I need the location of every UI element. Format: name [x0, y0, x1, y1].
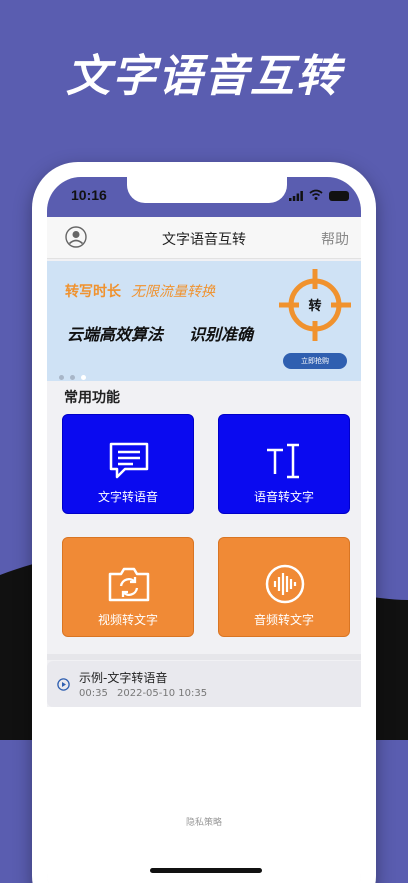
battery-icon: [329, 191, 349, 201]
status-time: 10:16: [71, 187, 107, 203]
nav-title: 文字语音互转: [162, 232, 246, 248]
tile-label: 文字转语音: [97, 490, 158, 504]
wifi-icon: [309, 189, 323, 200]
camera-rotate-icon: [108, 567, 150, 602]
home-indicator: [150, 868, 262, 873]
tile-label: 音频转文字: [253, 613, 314, 627]
app-screen: 10:16 文字语音互转 帮助 转写时长 无限流量转换 云端高效算法 识别准确 …: [47, 177, 361, 883]
carousel-dot[interactable]: [59, 375, 64, 380]
banner-line1-b: 无限流量转换: [131, 284, 215, 300]
tile-text-to-speech[interactable]: 文字转语音: [62, 414, 194, 514]
example-date: 2022-05-10 10:35: [117, 688, 208, 699]
carousel-dots: [59, 365, 92, 384]
section-title: 常用功能: [64, 390, 120, 406]
tile-label: 语音转文字: [253, 490, 314, 504]
tile-audio-to-text[interactable]: 音频转文字: [218, 537, 350, 637]
carousel-dot-active[interactable]: [81, 375, 86, 380]
status-bar: 10:16: [47, 177, 361, 217]
chat-text-icon: [109, 442, 149, 479]
section-divider: [47, 654, 361, 660]
carousel-dot[interactable]: [70, 375, 75, 380]
tile-label: 视频转文字: [97, 613, 158, 627]
promo-title: 文字语音互转: [66, 51, 342, 102]
empty-list-area: [47, 707, 361, 883]
banner-line1-a: 转写时长: [65, 284, 121, 300]
nav-bar: 文字语音互转 帮助: [47, 217, 361, 259]
privacy-link[interactable]: 隐私策略: [47, 815, 361, 828]
banner-target-char: 转: [308, 299, 322, 314]
promo-banner[interactable]: 转写时长 无限流量转换 云端高效算法 识别准确 转 立即抢购: [47, 261, 361, 381]
tile-video-to-text[interactable]: 视频转文字: [62, 537, 194, 637]
notch: [127, 177, 287, 203]
tile-speech-to-text[interactable]: 语音转文字: [218, 414, 350, 514]
example-duration: 00:35: [79, 688, 108, 699]
banner-line2-a: 云端高效算法: [67, 325, 164, 344]
signal-icon: [289, 191, 303, 201]
example-title: 示例-文字转语音: [79, 671, 168, 685]
play-icon[interactable]: [57, 678, 70, 691]
help-link[interactable]: 帮助: [321, 229, 349, 249]
phone-frame: 10:16 文字语音互转 帮助 转写时长 无限流量转换 云端高效算法 识别准确 …: [32, 162, 376, 883]
buy-now-button[interactable]: 立即抢购: [283, 353, 347, 369]
example-item[interactable]: 示例-文字转语音 00:35 2022-05-10 10:35: [47, 661, 361, 707]
banner-line2-b: 识别准确: [189, 325, 254, 344]
text-cursor-icon: [267, 443, 299, 479]
sound-wave-icon: [265, 564, 305, 604]
